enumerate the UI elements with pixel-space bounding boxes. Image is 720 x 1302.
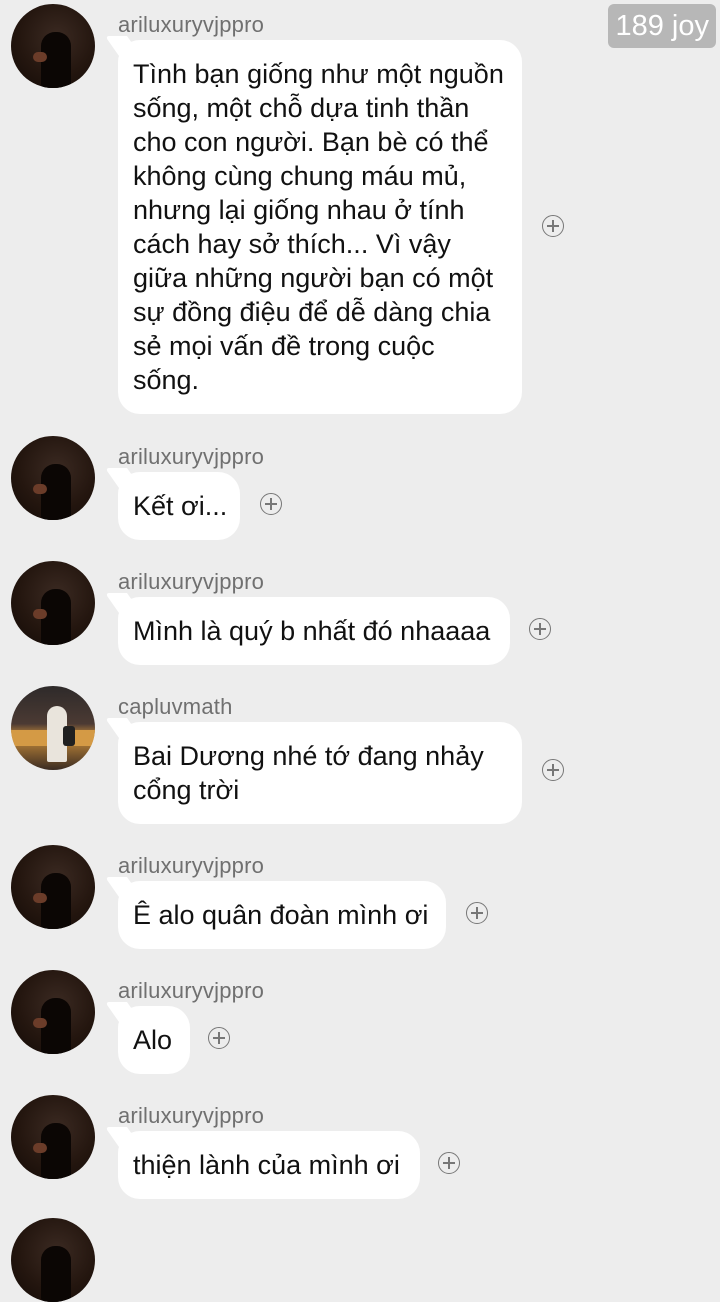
username[interactable]: ariluxuryvjppro: [118, 444, 264, 470]
add-reaction-icon[interactable]: [438, 1152, 460, 1174]
add-reaction-icon[interactable]: [529, 618, 551, 640]
dark-portrait-avatar[interactable]: [11, 1095, 95, 1179]
message-bubble[interactable]: Alo: [118, 1006, 190, 1074]
add-reaction-icon[interactable]: [260, 493, 282, 515]
dark-portrait-avatar[interactable]: [11, 970, 95, 1054]
watermark-badge: 189 joy: [608, 4, 716, 48]
username[interactable]: ariluxuryvjppro: [118, 853, 264, 879]
message-bubble[interactable]: Kết ơi...: [118, 472, 240, 540]
username[interactable]: ariluxuryvjppro: [118, 569, 264, 595]
dark-portrait-avatar[interactable]: [11, 4, 95, 88]
username[interactable]: ariluxuryvjppro: [118, 978, 264, 1004]
dark-portrait-avatar[interactable]: [11, 561, 95, 645]
message-bubble[interactable]: Ê alo quân đoàn mình ơi: [118, 881, 446, 949]
dark-portrait-avatar[interactable]: [11, 1218, 95, 1302]
bakery-photo-avatar[interactable]: [11, 686, 95, 770]
message-bubble[interactable]: thiện lành của mình ơi: [118, 1131, 420, 1199]
add-reaction-icon[interactable]: [208, 1027, 230, 1049]
dark-portrait-avatar[interactable]: [11, 436, 95, 520]
username[interactable]: ariluxuryvjppro: [118, 12, 264, 38]
username[interactable]: ariluxuryvjppro: [118, 1103, 264, 1129]
add-reaction-icon[interactable]: [466, 902, 488, 924]
message-bubble[interactable]: Mình là quý b nhất đó nhaaaa: [118, 597, 510, 665]
dark-portrait-avatar[interactable]: [11, 845, 95, 929]
add-reaction-icon[interactable]: [542, 215, 564, 237]
message-bubble[interactable]: Bai Dương nhé tớ đang nhảy cổng trời: [118, 722, 522, 824]
username[interactable]: capluvmath: [118, 694, 233, 720]
message-bubble[interactable]: Tình bạn giống như một nguồn sống, một c…: [118, 40, 522, 414]
add-reaction-icon[interactable]: [542, 759, 564, 781]
